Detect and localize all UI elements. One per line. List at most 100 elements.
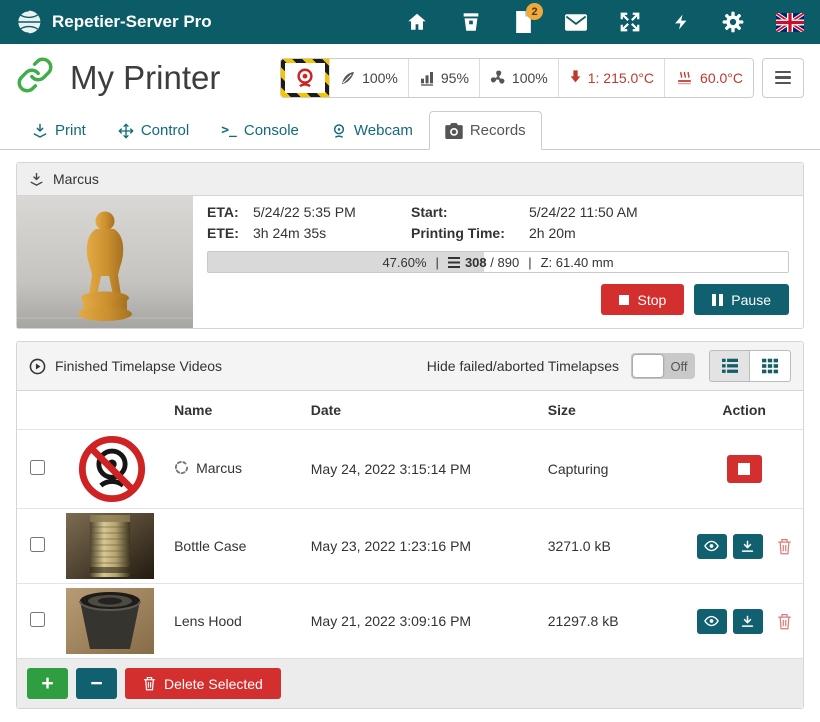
delete-selected-button[interactable]: Delete Selected — [125, 668, 281, 699]
eta-value: 5/24/22 5:35 PM — [253, 204, 411, 220]
download-button[interactable] — [733, 609, 763, 634]
pause-button[interactable]: Pause — [694, 284, 789, 315]
row-date: May 23, 2022 1:23:16 PM — [303, 509, 540, 584]
webcam-hazard-button[interactable] — [281, 59, 329, 97]
view-video-button[interactable] — [697, 609, 727, 634]
bed-temp-segment[interactable]: 60.0°C — [664, 59, 753, 97]
table-header-row: Name Date Size Action — [17, 391, 803, 430]
settings-gear-icon[interactable] — [722, 11, 744, 33]
row-name: Bottle Case — [166, 509, 303, 584]
select-all-button[interactable]: + — [27, 668, 68, 699]
eta-label: ETA: — [207, 204, 253, 220]
tab-records[interactable]: Records — [429, 111, 542, 150]
tab-webcam[interactable]: Webcam — [315, 111, 429, 150]
job-thumbnail — [17, 196, 193, 328]
extruder-temp-segment[interactable]: 1: 215.0°C — [558, 59, 664, 97]
no-video-icon — [66, 434, 158, 504]
heated-bed-icon — [675, 70, 694, 86]
brand-title[interactable]: Repetier-Server Pro — [52, 12, 212, 32]
trash-icon — [777, 538, 792, 555]
tab-console[interactable]: >_ Console — [205, 111, 315, 150]
tab-control[interactable]: Control — [102, 111, 205, 150]
fullscreen-icon[interactable] — [619, 11, 641, 33]
timelapse-panel: Finished Timelapse Videos Hide failed/ab… — [16, 341, 804, 709]
table-row: Lens Hood May 21, 2022 3:09:16 PM 21297.… — [17, 584, 803, 659]
page-title: My Printer — [70, 59, 220, 97]
print-queue-icon[interactable]: 2 — [514, 11, 533, 33]
fan-icon — [490, 70, 506, 86]
row-size: 3271.0 kB — [540, 509, 686, 584]
timelapse-title: Finished Timelapse Videos — [55, 358, 222, 374]
fan-segment[interactable]: 100% — [479, 59, 558, 97]
start-label: Start: — [411, 204, 529, 220]
extruder-icon — [569, 70, 582, 86]
eye-icon — [704, 615, 719, 627]
row-date: May 24, 2022 3:15:14 PM — [303, 430, 540, 509]
hide-toggle-label: Hide failed/aborted Timelapses — [427, 358, 619, 374]
col-header-name: Name — [166, 391, 303, 430]
z-height: Z: 61.40 mm — [541, 255, 614, 270]
toggle-state: Off — [663, 359, 695, 374]
delete-video-button[interactable] — [777, 613, 792, 630]
download-icon — [741, 615, 754, 628]
flow-icon — [419, 70, 435, 86]
current-job-panel: Marcus ETA: 5/24/22 5:35 PM Start: — [16, 162, 804, 329]
printer-status-toolbar: 100% 95% 100% 1: 215.0°C 60.0°C — [280, 58, 804, 98]
job-name: Marcus — [53, 171, 99, 187]
stop-capture-button[interactable] — [727, 455, 762, 483]
start-value: 5/24/22 11:50 AM — [529, 204, 789, 220]
video-thumbnail — [66, 588, 154, 654]
navbar-icons: 2 — [406, 11, 804, 33]
tab-print[interactable]: Print — [16, 111, 102, 150]
console-icon: >_ — [221, 123, 237, 138]
power-icon[interactable] — [673, 11, 690, 33]
toggle-knob — [633, 355, 663, 377]
grid-view-icon — [761, 358, 779, 374]
col-header-size: Size — [540, 391, 686, 430]
stop-button[interactable]: Stop — [601, 284, 684, 315]
flow-segment[interactable]: 95% — [408, 59, 479, 97]
capturing-spinner-icon — [174, 460, 189, 475]
job-panel-header: Marcus — [17, 163, 803, 196]
hide-failed-toggle[interactable]: Off — [631, 353, 695, 379]
printing-time-label: Printing Time: — [411, 225, 529, 241]
printing-time-value: 2h 20m — [529, 225, 789, 241]
download-button[interactable] — [733, 534, 763, 559]
layers-icon — [448, 257, 460, 268]
stop-icon — [738, 463, 750, 475]
hazard-border — [281, 59, 329, 97]
grid-view-button[interactable] — [750, 350, 791, 382]
list-view-button[interactable] — [709, 350, 750, 382]
download-icon — [741, 540, 754, 553]
row-checkbox[interactable] — [30, 537, 45, 552]
eye-icon — [704, 540, 719, 552]
hamburger-icon — [775, 71, 791, 74]
job-info-grid: ETA: 5/24/22 5:35 PM Start: 5/24/22 11:5… — [207, 204, 789, 241]
view-video-button[interactable] — [697, 534, 727, 559]
row-checkbox[interactable] — [30, 612, 45, 627]
pause-icon — [712, 294, 723, 306]
timelapse-table: Name Date Size Action Marcus — [17, 391, 803, 658]
table-row: Bottle Case May 23, 2022 1:23:16 PM 3271… — [17, 509, 803, 584]
speed-icon — [340, 70, 356, 86]
repetier-logo-icon[interactable] — [16, 9, 42, 35]
printer-icon[interactable] — [460, 11, 482, 33]
printer-menu-button[interactable] — [762, 58, 804, 98]
trash-icon — [777, 613, 792, 630]
row-size: Capturing — [540, 430, 686, 509]
queue-badge: 2 — [526, 3, 543, 20]
speed-segment[interactable]: 100% — [329, 59, 408, 97]
timelapse-footer: + − Delete Selected — [17, 658, 803, 708]
row-name: Marcus — [196, 460, 242, 476]
video-thumbnail — [66, 513, 154, 579]
progress-text: 47.60% | 308 / 890 | Z: 61.40 mm — [208, 252, 788, 272]
move-icon — [118, 123, 134, 139]
row-checkbox[interactable] — [30, 460, 45, 475]
home-icon[interactable] — [406, 11, 428, 33]
deselect-all-button[interactable]: − — [76, 668, 117, 699]
top-navbar: Repetier-Server Pro 2 — [0, 0, 820, 44]
messages-icon[interactable] — [565, 14, 587, 31]
delete-video-button[interactable] — [777, 538, 792, 555]
printer-tabs: Print Control >_ Console Webcam Records — [0, 111, 820, 150]
language-flag-icon[interactable] — [776, 13, 804, 32]
